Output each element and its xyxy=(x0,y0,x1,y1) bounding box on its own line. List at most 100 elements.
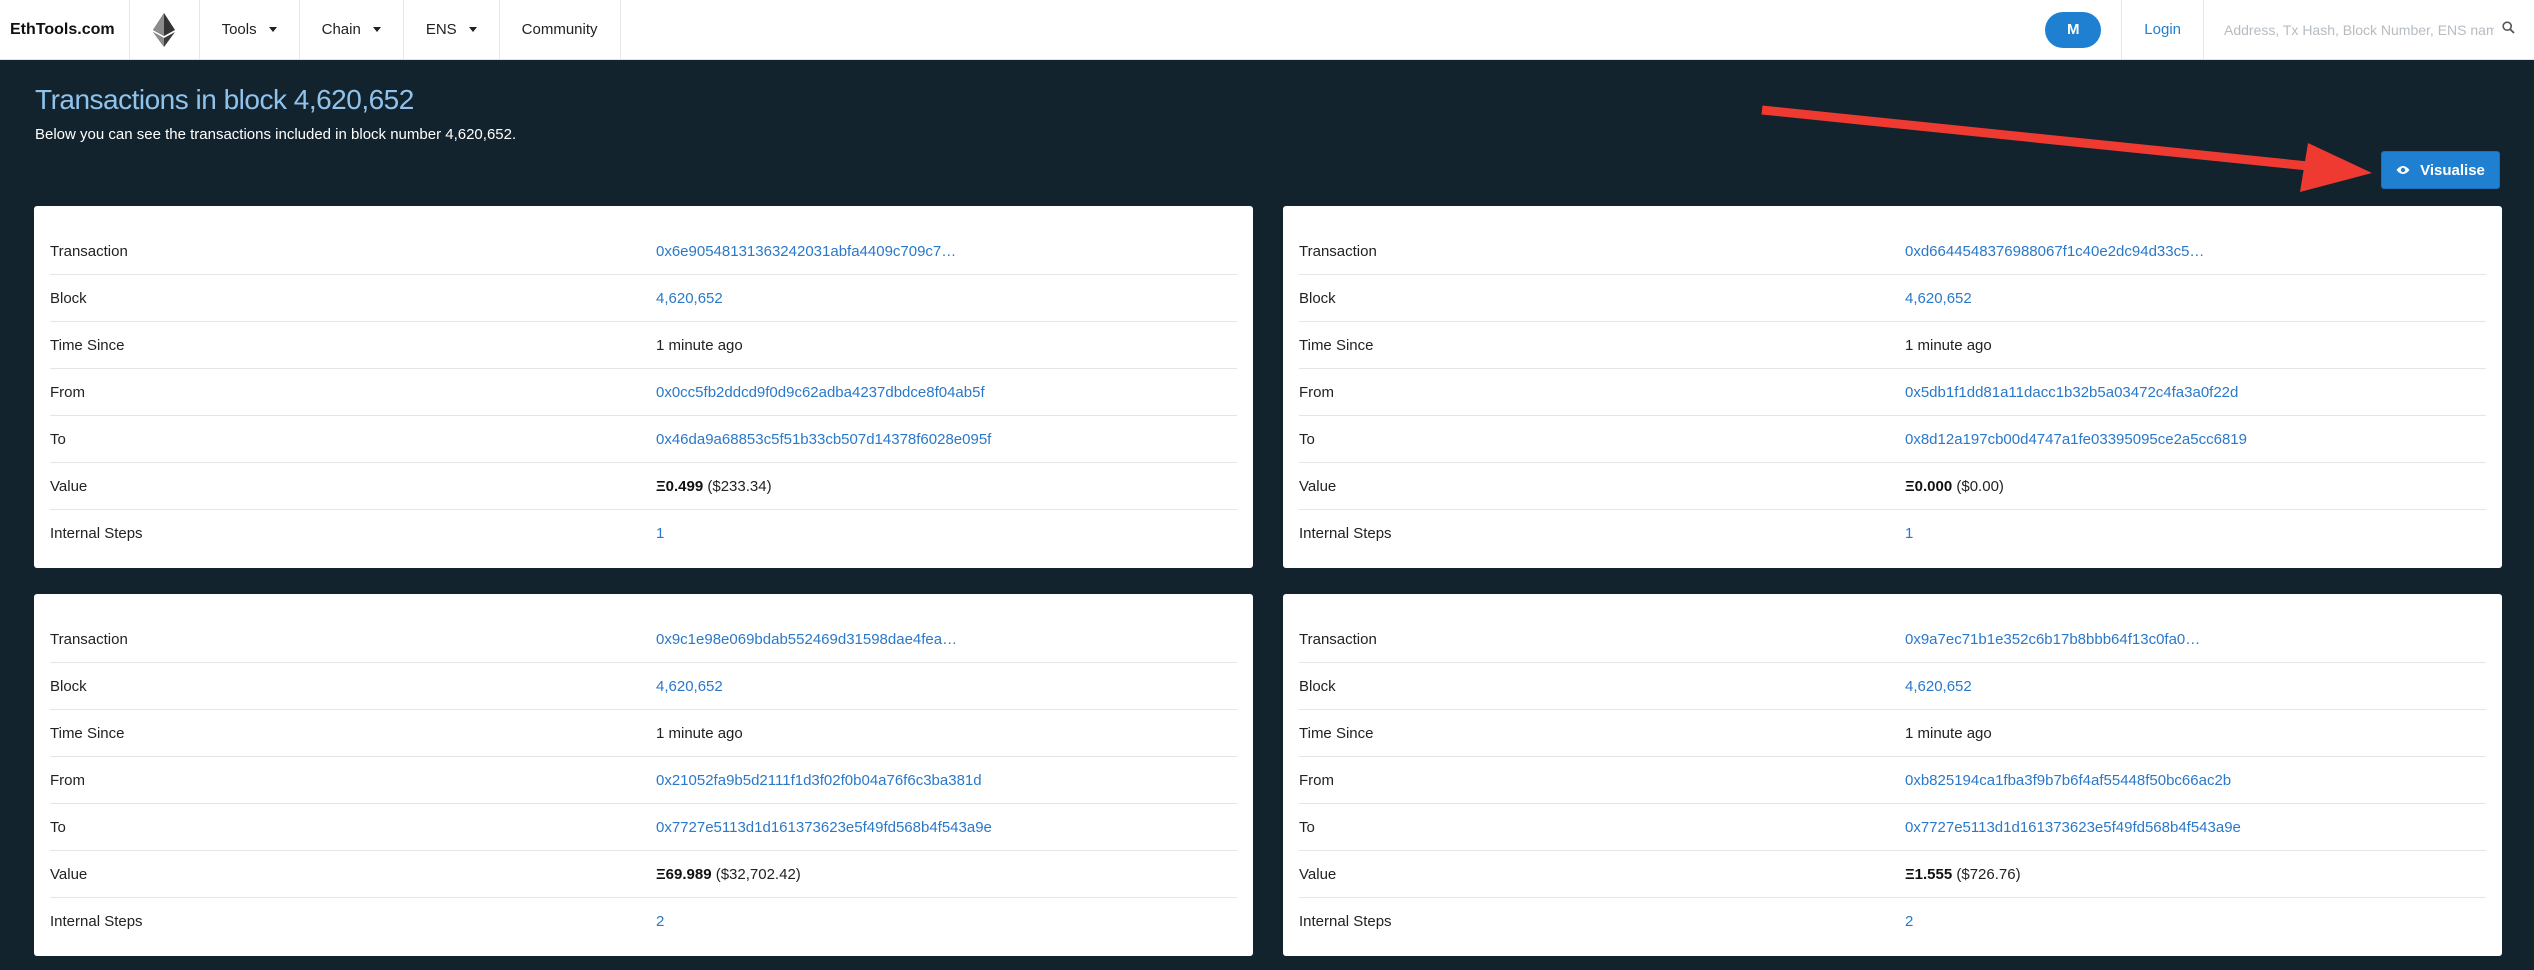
time-since-value: 1 minute ago xyxy=(1905,724,1992,742)
time-since-label: Time Since xyxy=(1299,724,1374,742)
to-row: To 0x7727e5113d1d161373623e5f49fd568b4f5… xyxy=(50,804,1237,851)
block-label: Block xyxy=(50,677,87,695)
from-address-link[interactable]: 0x21052fa9b5d2111f1d3f02f0b04a76f6c3ba38… xyxy=(656,772,1237,789)
from-row: From 0x5db1f1dd81a11dacc1b32b5a03472c4fa… xyxy=(1299,369,2486,416)
block-link[interactable]: 4,620,652 xyxy=(656,678,1237,695)
login-link[interactable]: Login xyxy=(2121,0,2204,59)
internal-steps-link[interactable]: 1 xyxy=(656,525,1237,542)
from-address-link[interactable]: 0x5db1f1dd81a11dacc1b32b5a03472c4fa3a0f2… xyxy=(1905,384,2486,401)
internal-steps-link[interactable]: 2 xyxy=(1905,913,2486,930)
block-row: Block 4,620,652 xyxy=(1299,275,2486,322)
internal-steps-link[interactable]: 2 xyxy=(656,913,1237,930)
to-label: To xyxy=(1299,818,1315,836)
caret-down-icon xyxy=(372,27,381,32)
time-since-row: Time Since 1 minute ago xyxy=(50,710,1237,757)
transaction-hash-link[interactable]: 0x9c1e98e069bdab552469d31598dae4fea… xyxy=(656,631,1237,648)
to-label: To xyxy=(50,430,66,448)
visualise-label: Visualise xyxy=(2420,161,2485,179)
to-address-link[interactable]: 0x7727e5113d1d161373623e5f49fd568b4f543a… xyxy=(656,819,1237,836)
top-navbar: EthTools.com Tools Chain ENS Community M… xyxy=(0,0,2534,60)
value-amount: Ξ0.000 ($0.00) xyxy=(1905,478,2486,495)
transaction-card: Transaction 0x9c1e98e069bdab552469d31598… xyxy=(34,594,1253,956)
eye-icon xyxy=(2396,165,2410,175)
value-amount: Ξ1.555 ($726.76) xyxy=(1905,866,2486,883)
time-since-label: Time Since xyxy=(1299,336,1374,354)
nav-community-link[interactable]: Community xyxy=(500,0,621,59)
transaction-hash-link[interactable]: 0x9a7ec71b1e352c6b17b8bbb64f13c0fa0… xyxy=(1905,631,2486,648)
transaction-label: Transaction xyxy=(50,242,128,260)
block-link[interactable]: 4,620,652 xyxy=(656,290,1237,307)
internal-steps-row: Internal Steps 1 xyxy=(50,510,1237,557)
value-eth: Ξ69.989 xyxy=(656,865,712,883)
block-link[interactable]: 4,620,652 xyxy=(1905,678,2486,695)
internal-steps-label: Internal Steps xyxy=(50,525,143,542)
value-row: Value Ξ0.000 ($0.00) xyxy=(1299,463,2486,510)
transaction-label: Transaction xyxy=(1299,242,1377,260)
from-label: From xyxy=(1299,771,1334,789)
to-address-link[interactable]: 0x7727e5113d1d161373623e5f49fd568b4f543a… xyxy=(1905,819,2486,836)
time-since-value: 1 minute ago xyxy=(656,724,743,742)
transaction-hash-link[interactable]: 0x6e90548131363242031abfa4409c709c7… xyxy=(656,243,1237,260)
value-usd: ($726.76) xyxy=(1956,865,2021,883)
metamask-button[interactable]: M xyxy=(2045,11,2102,48)
from-label: From xyxy=(1299,383,1334,401)
brand-logo[interactable]: EthTools.com xyxy=(0,0,130,59)
search-bar xyxy=(2204,0,2534,59)
value-amount: Ξ69.989 ($32,702.42) xyxy=(656,866,1237,883)
block-label: Block xyxy=(1299,677,1336,695)
to-label: To xyxy=(50,818,66,836)
nav-tools-menu[interactable]: Tools xyxy=(200,0,300,59)
caret-down-icon xyxy=(268,27,277,32)
internal-steps-link[interactable]: 1 xyxy=(1905,525,2486,542)
from-address-link[interactable]: 0xb825194ca1fba3f9b7b6f4af55448f50bc66ac… xyxy=(1905,772,2486,789)
from-row: From 0x21052fa9b5d2111f1d3f02f0b04a76f6c… xyxy=(50,757,1237,804)
value-label: Value xyxy=(50,865,88,883)
transaction-card: Transaction 0x6e90548131363242031abfa440… xyxy=(34,206,1253,568)
block-link[interactable]: 4,620,652 xyxy=(1905,290,2486,307)
nav-chain-label: Chain xyxy=(321,21,361,38)
ethereum-icon[interactable] xyxy=(130,0,200,59)
transaction-row: Transaction 0xd6644548376988067f1c40e2dc… xyxy=(1299,228,2486,275)
time-since-row: Time Since 1 minute ago xyxy=(50,322,1237,369)
value-row: Value Ξ1.555 ($726.76) xyxy=(1299,851,2486,898)
nav-community-label: Community xyxy=(521,21,598,38)
value-eth: Ξ0.499 xyxy=(656,477,704,495)
nav-right-group: M Login xyxy=(2045,0,2534,59)
from-row: From 0xb825194ca1fba3f9b7b6f4af55448f50b… xyxy=(1299,757,2486,804)
from-address-link[interactable]: 0x0cc5fb2ddcd9f0d9c62adba4237dbdce8f04ab… xyxy=(656,384,1237,401)
visualise-button[interactable]: Visualise xyxy=(2381,151,2500,189)
page-subtitle: Below you can see the transactions inclu… xyxy=(35,126,517,143)
to-label: To xyxy=(1299,430,1315,448)
time-since-value: 1 minute ago xyxy=(656,336,743,354)
value-label: Value xyxy=(1299,477,1337,495)
nav-ens-menu[interactable]: ENS xyxy=(404,0,500,59)
search-input[interactable] xyxy=(2224,21,2494,38)
transaction-hash-link[interactable]: 0xd6644548376988067f1c40e2dc94d33c5… xyxy=(1905,243,2486,260)
internal-steps-row: Internal Steps 2 xyxy=(1299,898,2486,945)
block-label: Block xyxy=(50,289,87,307)
nav-tools-label: Tools xyxy=(221,21,257,38)
internal-steps-row: Internal Steps 1 xyxy=(1299,510,2486,557)
transaction-row: Transaction 0x6e90548131363242031abfa440… xyxy=(50,228,1237,275)
from-row: From 0x0cc5fb2ddcd9f0d9c62adba4237dbdce8… xyxy=(50,369,1237,416)
search-icon[interactable] xyxy=(2502,20,2515,39)
to-address-link[interactable]: 0x46da9a68853c5f51b33cb507d14378f6028e09… xyxy=(656,431,1237,448)
time-since-row: Time Since 1 minute ago xyxy=(1299,710,2486,757)
time-since-label: Time Since xyxy=(50,336,125,354)
internal-steps-label: Internal Steps xyxy=(1299,913,1392,930)
transaction-row: Transaction 0x9a7ec71b1e352c6b17b8bbb64f… xyxy=(1299,616,2486,663)
nav-ens-label: ENS xyxy=(425,21,457,38)
transaction-row: Transaction 0x9c1e98e069bdab552469d31598… xyxy=(50,616,1237,663)
value-usd: ($0.00) xyxy=(1956,477,2004,495)
to-row: To 0x7727e5113d1d161373623e5f49fd568b4f5… xyxy=(1299,804,2486,851)
from-label: From xyxy=(50,383,85,401)
value-label: Value xyxy=(1299,865,1337,883)
time-since-value: 1 minute ago xyxy=(1905,336,1992,354)
value-row: Value Ξ69.989 ($32,702.42) xyxy=(50,851,1237,898)
to-row: To 0x46da9a68853c5f51b33cb507d14378f6028… xyxy=(50,416,1237,463)
nav-chain-menu[interactable]: Chain xyxy=(300,0,404,59)
block-row: Block 4,620,652 xyxy=(50,275,1237,322)
to-row: To 0x8d12a197cb00d4747a1fe03395095ce2a5c… xyxy=(1299,416,2486,463)
transaction-label: Transaction xyxy=(1299,630,1377,648)
to-address-link[interactable]: 0x8d12a197cb00d4747a1fe03395095ce2a5cc68… xyxy=(1905,431,2486,448)
